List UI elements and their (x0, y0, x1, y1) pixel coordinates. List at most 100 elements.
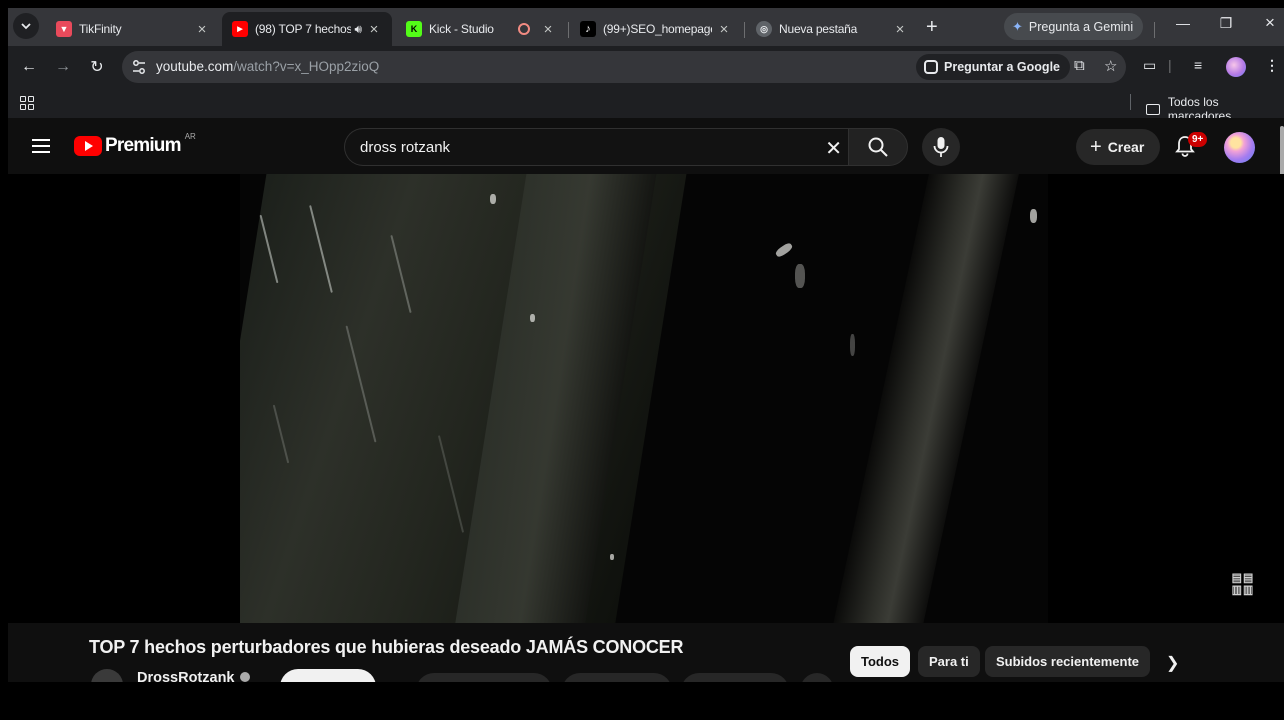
video-player[interactable]: ▤▤ ▥▥ (8, 174, 1284, 623)
share-button[interactable] (562, 673, 672, 682)
like-dislike-button[interactable] (416, 673, 552, 682)
channel-name-row[interactable]: DrossRotzank (137, 670, 250, 682)
more-actions-button[interactable] (800, 673, 834, 682)
reload-icon[interactable]: ↻ (86, 56, 108, 78)
url-path: /watch?v=x_HOpp2zioQ (233, 59, 380, 74)
light-speck (610, 554, 614, 560)
light-speck (795, 264, 805, 288)
light-speck (774, 241, 794, 259)
menu-kebab-icon[interactable]: ⋮ (1265, 57, 1279, 74)
gemini-label: Pregunta a Gemini (1028, 19, 1134, 34)
tab-title: (99+)SEO_homepage (603, 22, 712, 36)
ask-google-button[interactable]: Preguntar a Google (916, 54, 1070, 80)
apps-grid-icon[interactable] (20, 96, 34, 110)
tab-divider (568, 22, 569, 38)
forward-arrow-icon[interactable]: → (52, 56, 74, 78)
verified-badge-icon (239, 672, 250, 682)
gemini-button[interactable]: ✦ Pregunta a Gemini (1004, 13, 1144, 40)
url-text: youtube.com/watch?v=x_HOpp2zioQ (156, 59, 379, 74)
tab-tiktok-seo[interactable]: ♪ (99+)SEO_homepage × (570, 12, 742, 46)
tab-divider (1154, 22, 1155, 38)
minimize-icon[interactable]: — (1168, 15, 1198, 31)
close-icon[interactable]: × (540, 21, 556, 38)
notifications-badge: 9+ (1188, 132, 1208, 147)
window-close-icon[interactable]: × (1255, 13, 1284, 33)
cast-icon[interactable]: ▭ (1143, 57, 1156, 74)
tab-divider (744, 22, 745, 38)
create-label: Crear (1107, 139, 1145, 155)
hamburger-menu-icon[interactable] (32, 139, 50, 153)
voice-search-button[interactable] (922, 128, 960, 166)
channel-avatar[interactable] (91, 669, 123, 682)
tab-title: TikFinity (79, 22, 122, 36)
account-avatar[interactable] (1224, 132, 1255, 163)
restore-icon[interactable]: ❐ (1211, 15, 1241, 32)
folder-icon (1146, 103, 1160, 115)
video-title: TOP 7 hechos perturbadores que hubieras … (89, 637, 684, 657)
video-scene-shape (826, 174, 1024, 623)
chip-todos[interactable]: Todos (850, 646, 911, 677)
search-button[interactable] (848, 128, 908, 166)
url-host: youtube.com (156, 59, 234, 74)
screen-bottom-border (0, 682, 1284, 720)
toolbar-divider: | (1168, 57, 1172, 73)
youtube-page: Premium AR dross rotzank ✕ + Crear 9+ ▤▤… (8, 118, 1284, 682)
search-query: dross rotzank (360, 139, 451, 156)
new-tab-button[interactable]: + (926, 17, 938, 37)
tab-new-tab[interactable]: ◎ Nueva pestaña × (746, 12, 918, 46)
channel-watermark-logo: ▤▤ ▥▥ (1231, 571, 1255, 597)
kick-icon: K (406, 21, 422, 37)
chip-para-ti[interactable]: Para ti (918, 646, 980, 677)
close-icon[interactable]: × (366, 21, 382, 38)
speaker-icon[interactable]: 🔊︎ (354, 22, 362, 37)
youtube-play-icon (74, 136, 102, 156)
browser-tab-strip: ▼ TikFinity × ▶ (98) TOP 7 hechos 🔊︎ × K… (8, 8, 1284, 46)
video-frame (240, 174, 1048, 623)
youtube-logo[interactable]: Premium AR (74, 131, 196, 157)
youtube-icon: ▶ (232, 21, 248, 37)
create-button[interactable]: + Crear (1076, 129, 1161, 165)
search-icon (868, 137, 888, 157)
tab-title: Nueva pestaña (779, 22, 858, 36)
close-icon[interactable]: × (892, 21, 908, 38)
light-speck (530, 314, 535, 322)
youtube-header: Premium AR dross rotzank ✕ + Crear 9+ (8, 118, 1284, 238)
bookmarks-divider (1130, 94, 1131, 110)
ask-google-label: Preguntar a Google (944, 60, 1060, 74)
browser-toolbar: ← → ↻ youtube.com/watch?v=x_HOpp2zioQ Pr… (8, 46, 1284, 88)
address-bar[interactable]: youtube.com/watch?v=x_HOpp2zioQ Pregunta… (122, 51, 1126, 83)
close-icon[interactable]: × (194, 21, 210, 38)
microphone-icon (933, 137, 949, 157)
subscribe-button[interactable] (280, 669, 376, 682)
chevron-down-icon (21, 23, 31, 30)
country-code: AR (184, 131, 196, 141)
site-settings-icon[interactable] (130, 58, 148, 76)
chip-subidos-recientemente[interactable]: Subidos recientemente (985, 646, 1151, 677)
close-icon[interactable]: × (716, 21, 732, 38)
back-arrow-icon[interactable]: ← (18, 56, 40, 78)
bookmarks-bar: Todos los marcadores (8, 88, 1284, 123)
download-button[interactable] (681, 673, 789, 682)
tab-title: Kick - Studio (429, 22, 494, 36)
light-speck (490, 194, 496, 204)
chevron-right-icon[interactable]: ❯ (1166, 653, 1179, 673)
media-control-icon[interactable]: ≡ (1194, 57, 1202, 73)
plus-icon: + (1090, 136, 1102, 158)
logo-text: Premium (105, 135, 182, 156)
video-info-section: TOP 7 hechos perturbadores que hubieras … (8, 623, 1284, 682)
tab-search-button[interactable] (13, 13, 39, 39)
light-speck (850, 334, 855, 356)
recording-icon (518, 23, 530, 35)
gemini-icon: ✦ (1012, 18, 1023, 34)
tab-kick-studio[interactable]: K Kick - Studio × (396, 12, 566, 46)
install-app-icon[interactable]: ⧉ (1074, 57, 1085, 74)
light-speck (1030, 209, 1037, 223)
tab-youtube-video[interactable]: ▶ (98) TOP 7 hechos 🔊︎ × (222, 12, 392, 46)
tab-tikfinity[interactable]: ▼ TikFinity × (46, 12, 220, 46)
google-lens-icon (924, 60, 938, 74)
tab-title: (98) TOP 7 hechos (255, 22, 352, 36)
clear-search-icon[interactable]: ✕ (825, 136, 842, 161)
bookmark-star-icon[interactable]: ☆ (1104, 57, 1117, 75)
profile-avatar[interactable] (1226, 57, 1246, 77)
search-input[interactable]: dross rotzank ✕ (344, 128, 848, 166)
